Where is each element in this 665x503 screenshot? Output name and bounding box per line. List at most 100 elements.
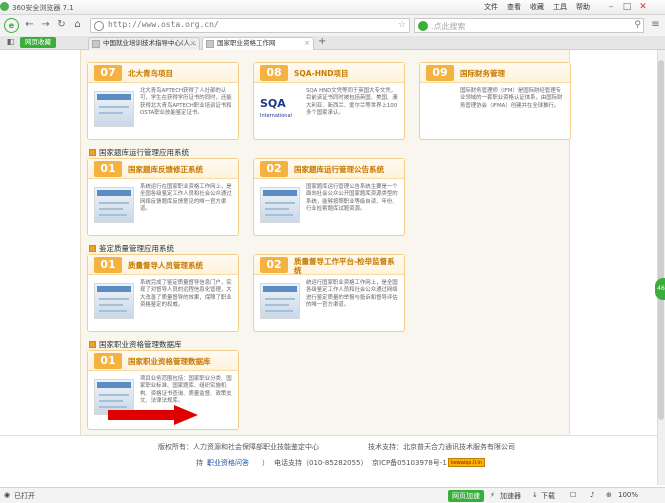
card-number: 01 xyxy=(94,257,122,273)
tab-close-icon[interactable]: × xyxy=(304,38,310,49)
close-icon[interactable]: ✕ xyxy=(636,1,650,13)
status-icon: ◉ xyxy=(4,491,11,499)
card-thumbnail xyxy=(260,283,300,319)
card-thumbnail xyxy=(260,187,300,223)
menu-help[interactable]: 帮助 xyxy=(576,2,590,12)
search-icon[interactable]: ⚲ xyxy=(634,20,641,30)
card-title[interactable]: 国家题库运行管理公告系统 xyxy=(294,164,384,175)
card-description: 统运行国家职业资格工作网上，是全国各级鉴定工作人员和社会公众通过网络进行鉴定质量… xyxy=(306,280,398,309)
menu-icon[interactable]: ≡ xyxy=(648,18,663,33)
footer-icp[interactable]: 京ICP备05103978号-1 xyxy=(372,458,447,468)
card-title[interactable]: 国际财务管理 xyxy=(460,68,505,79)
search-box[interactable]: .点此搜索 ⚲ xyxy=(414,18,644,33)
card-sqa-hnd[interactable]: 08 SQA-HND项目 SQA International SQA HND文凭… xyxy=(253,62,405,140)
download-icon: ↓ xyxy=(532,491,538,499)
card-thumbnail xyxy=(94,187,134,223)
page-icon xyxy=(92,40,100,48)
card-title[interactable]: 国家题库反馈修正系统 xyxy=(128,164,203,175)
card-number: 07 xyxy=(94,65,122,81)
card-title[interactable]: 质量督导人员管理系统 xyxy=(128,260,203,271)
main-panel: 07 北大青鸟项目 北大青鸟APTECH获得了人社部的认可，学生在获得学历证书的… xyxy=(80,50,571,435)
footer-tech-support: 技术支持：北京普天合力通讯技术服务有限公司 xyxy=(368,443,515,451)
card-tiku-feedback[interactable]: 01 国家题库反馈修正系统 系统运行在国家职业资格工作网上，是全国各级鉴定工作人… xyxy=(87,158,239,236)
home-icon[interactable]: ⌂ xyxy=(70,18,85,33)
card-description: 国家题库运行管理公告系统主要是一个面向社会公众公开国家题库资源类型的系统，能够按… xyxy=(306,184,398,213)
back-icon[interactable]: ← xyxy=(22,18,37,33)
card-number: 02 xyxy=(260,161,288,177)
address-bar[interactable]: http://www.osta.org.cn/ ☆ xyxy=(90,18,410,33)
zoom-level[interactable]: 100% xyxy=(618,491,638,499)
footer-qa-link[interactable]: 职业资格问答 xyxy=(207,458,249,468)
address-row: e ← → ↻ ⌂ http://www.osta.org.cn/ ☆ .点此搜… xyxy=(0,15,665,36)
footer-badge[interactable]: kewaiqx.ll.in xyxy=(448,458,485,467)
tab-close-icon[interactable]: × xyxy=(190,38,196,49)
footer-phone: 电话支持（010-85282055） xyxy=(274,459,368,467)
card-beida-qingniao[interactable]: 07 北大青鸟项目 北大青鸟APTECH获得了人社部的认可，学生在获得学历证书的… xyxy=(87,62,239,140)
tab-label: 中国就业培训技术指导中心(人… xyxy=(103,39,197,47)
status-bar: ◉ 已打开 网页加速 ⚡ 加速器 ↓ 下载 ☐ ♪ ⊕ 100% xyxy=(0,487,665,503)
section-bullet-icon xyxy=(89,245,96,252)
tab-bar: ◧ 中国就业培训技术指导中心(人… × 国家职业资格工作网 × + xyxy=(0,36,665,50)
browser-home-icon[interactable]: e xyxy=(4,18,19,33)
globe-icon xyxy=(94,21,104,31)
card-tiku-announce[interactable]: 02 国家题库运行管理公告系统 国家题库运行管理公告系统主要是一个面向社会公众公… xyxy=(253,158,405,236)
page-content: 07 北大青鸟项目 北大青鸟APTECH获得了人社部的认可，学生在获得学历证书的… xyxy=(0,50,665,485)
card-thumbnail xyxy=(94,283,134,319)
card-number: 08 xyxy=(260,65,288,81)
section-heading-database: 国家职业资格管理数据库 xyxy=(89,339,182,350)
card-description: 系统运行在国家职业资格工作网上，是全国各级鉴定工作人员和社会公众通过网络反馈题库… xyxy=(140,184,232,213)
page-icon xyxy=(206,40,214,48)
web-favorites-button[interactable]: 网页收藏 xyxy=(20,37,56,48)
search-engine-icon xyxy=(418,21,428,31)
title-bar: 360安全浏览器 7.1 文件 查看 收藏 工具 帮助 – □ ✕ xyxy=(0,0,665,15)
download-button[interactable]: 下载 xyxy=(541,491,555,501)
menu-file[interactable]: 文件 xyxy=(484,2,498,12)
card-description: SQA HND文凭等同于英国大专文凭，目前该证书同时被包括英国、美国、澳大利亚、… xyxy=(306,88,398,117)
accelerator-button[interactable]: 加速器 xyxy=(500,491,521,501)
zoom-icon[interactable]: ⊕ xyxy=(606,491,612,499)
card-number: 09 xyxy=(426,65,454,81)
menu-favorites[interactable]: 收藏 xyxy=(530,2,544,12)
tab-osta-active[interactable]: 国家职业资格工作网 × xyxy=(202,37,314,50)
sound-icon[interactable]: ♪ xyxy=(590,491,594,499)
card-title[interactable]: SQA-HND项目 xyxy=(294,68,348,79)
browser-logo-icon xyxy=(0,2,9,11)
section-bullet-icon xyxy=(89,341,96,348)
red-arrow-icon xyxy=(108,405,198,425)
card-description: 系统完成了鉴定质量督导信息门户，实现了对督导人员的远程信息化管理，大大改善了质量… xyxy=(140,280,232,309)
section-heading-tiku: 国家题库运行管理应用系统 xyxy=(89,147,189,158)
side-float-badge[interactable]: 46 xyxy=(655,278,665,300)
cleanup-icon[interactable]: ☐ xyxy=(570,491,576,499)
web-accelerate-button[interactable]: 网页加速 xyxy=(448,490,484,502)
tab-osta-center[interactable]: 中国就业培训技术指导中心(人… × xyxy=(88,37,200,50)
status-text: 已打开 xyxy=(14,492,35,500)
card-supervisor-mgmt[interactable]: 01 质量督导人员管理系统 系统完成了鉴定质量督导信息门户，实现了对督导人员的远… xyxy=(87,254,239,332)
url-text: http://www.osta.org.cn/ xyxy=(108,20,219,29)
sidebar-toggle-icon[interactable]: ◧ xyxy=(3,35,18,50)
new-tab-button[interactable]: + xyxy=(318,36,326,47)
bookmark-star-icon[interactable]: ☆ xyxy=(398,20,406,30)
card-description: 北大青鸟APTECH获得了人社部的认可，学生在获得学历证书的同时，还能获得北大青… xyxy=(140,88,232,117)
card-number: 01 xyxy=(94,353,122,369)
menu-view[interactable]: 查看 xyxy=(507,2,521,12)
forward-icon[interactable]: → xyxy=(38,18,53,33)
refresh-icon[interactable]: ↻ xyxy=(54,18,69,33)
card-title[interactable]: 国家职业资格管理数据库 xyxy=(128,356,211,367)
card-ifm[interactable]: 09 国际财务管理 国际财务管理师（IFM）是国际财经管理专业领域的一套职业资格… xyxy=(419,62,571,140)
card-title[interactable]: 质量督导工作平台-检举监督系统 xyxy=(294,257,400,275)
minimize-icon[interactable]: – xyxy=(604,1,618,13)
section-heading-jianding: 鉴定质量管理应用系统 xyxy=(89,243,174,254)
card-number: 02 xyxy=(260,257,288,273)
card-description: 国际财务管理师（IFM）是国际财经管理专业领域的一套职业资格认证体系，由国际财务… xyxy=(460,88,563,109)
footer-line2-suffix: ） xyxy=(262,459,269,467)
card-title[interactable]: 北大青鸟项目 xyxy=(128,68,173,79)
page-footer: 版权所有：人力资源和社会保障部职业技能鉴定中心 技术支持：北京普天合力通讯技术服… xyxy=(0,435,665,485)
tab-label: 国家职业资格工作网 xyxy=(217,39,276,47)
footer-copyright: 版权所有：人力资源和社会保障部职业技能鉴定中心 xyxy=(158,443,319,451)
menu-tools[interactable]: 工具 xyxy=(553,2,567,12)
card-report-supervision[interactable]: 02 质量督导工作平台-检举监督系统 统运行国家职业资格工作网上，是全国各级鉴定… xyxy=(253,254,405,332)
scrollbar-thumb[interactable] xyxy=(658,60,664,420)
maximize-icon[interactable]: □ xyxy=(620,1,634,13)
accelerator-icon: ⚡ xyxy=(490,491,495,499)
section-bullet-icon xyxy=(89,149,96,156)
